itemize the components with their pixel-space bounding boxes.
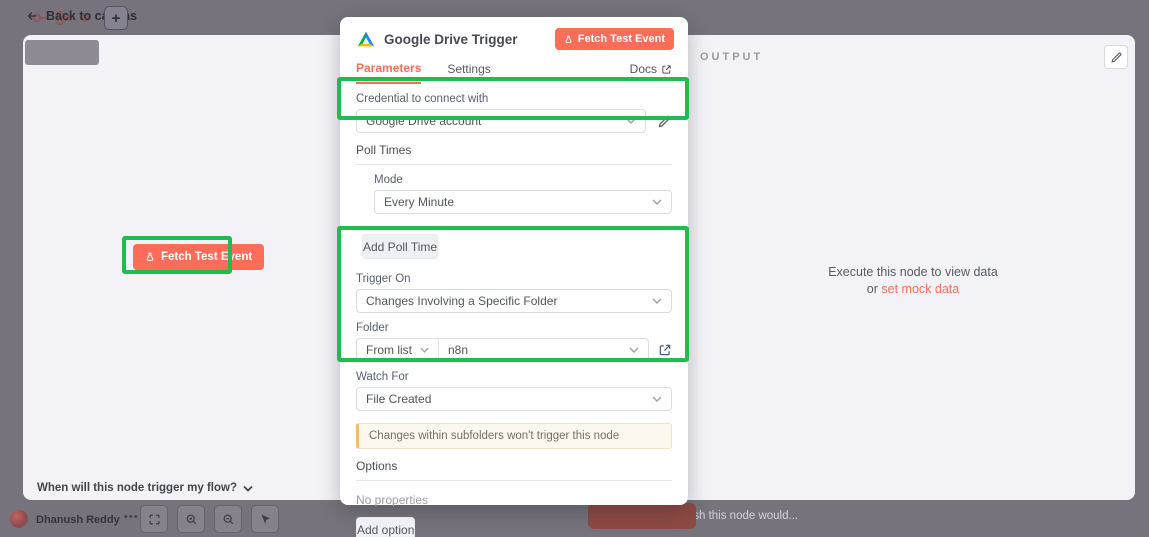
set-mock-data-link[interactable]: set mock data — [881, 282, 959, 296]
highlight-credential-annotation — [337, 77, 689, 120]
docs-label: Docs — [630, 62, 657, 76]
mode-value: Every Minute — [384, 195, 454, 209]
plus-icon: + — [112, 10, 121, 27]
cursor-pointer-icon — [259, 513, 271, 525]
trigger-help-label: When will this node trigger my flow? — [37, 482, 237, 494]
interaction-mode-button[interactable] — [251, 505, 279, 533]
zoom-in-icon — [185, 513, 198, 526]
chevron-down-icon — [652, 396, 662, 402]
output-panel-title: OUTPUT — [700, 51, 763, 63]
subfolder-warning-notice: Changes within subfolders won't trigger … — [356, 423, 672, 449]
chevron-down-icon — [652, 199, 662, 205]
output-empty-line2: or set mock data — [723, 281, 1103, 298]
mode-label: Mode — [374, 174, 672, 186]
user-name: Dhanush Reddy — [36, 514, 120, 526]
watch-for-select[interactable]: File Created — [356, 387, 672, 411]
output-empty-state: Execute this node to view data or set mo… — [723, 264, 1103, 298]
options-section-header: Options — [356, 459, 672, 481]
poll-times-section-header: Poll Times — [356, 143, 672, 165]
flask-icon — [564, 34, 573, 45]
highlight-trigger-settings-annotation — [337, 226, 689, 362]
mode-field-group: Mode Every Minute — [374, 174, 672, 214]
zoom-out-icon — [222, 513, 235, 526]
chevron-down-icon — [243, 485, 253, 492]
watch-for-label: Watch For — [356, 371, 672, 383]
edit-output-button[interactable] — [1104, 45, 1128, 69]
pencil-icon — [1110, 51, 1123, 64]
highlight-fetch-button-annotation — [122, 236, 232, 274]
external-link-icon — [661, 64, 672, 75]
modal-header: Google Drive Trigger Fetch Test Event — [340, 17, 688, 55]
user-menu-overflow[interactable]: ••• — [124, 511, 139, 523]
trigger-help-toggle[interactable]: When will this node trigger my flow? — [37, 482, 253, 494]
options-empty-text: No properties — [356, 493, 672, 507]
output-empty-line1: Execute this node to view data — [723, 264, 1103, 281]
user-avatar[interactable] — [10, 510, 28, 528]
fetch-test-event-label: Fetch Test Event — [578, 33, 665, 45]
google-drive-icon — [356, 30, 376, 48]
n8n-node-detail-view: { "colors": { "accent": "#ff6d5a", "anno… — [0, 0, 1149, 537]
zoom-in-button[interactable] — [177, 505, 205, 533]
zoom-out-button[interactable] — [214, 505, 242, 533]
watch-for-field-group: Watch For File Created — [356, 371, 672, 411]
watch-for-value: File Created — [366, 392, 431, 406]
node-title: Google Drive Trigger — [384, 32, 547, 47]
add-option-button[interactable]: Add option — [356, 517, 415, 537]
fetch-test-event-button-header[interactable]: Fetch Test Event — [555, 28, 674, 50]
mode-select[interactable]: Every Minute — [374, 190, 672, 214]
dimmed-element — [25, 40, 99, 65]
output-empty-or: or — [867, 282, 878, 296]
back-arrow-icon — [25, 10, 39, 22]
fit-view-button[interactable] — [140, 505, 168, 533]
add-node-button[interactable]: + — [104, 6, 128, 30]
fit-view-icon — [148, 513, 161, 526]
